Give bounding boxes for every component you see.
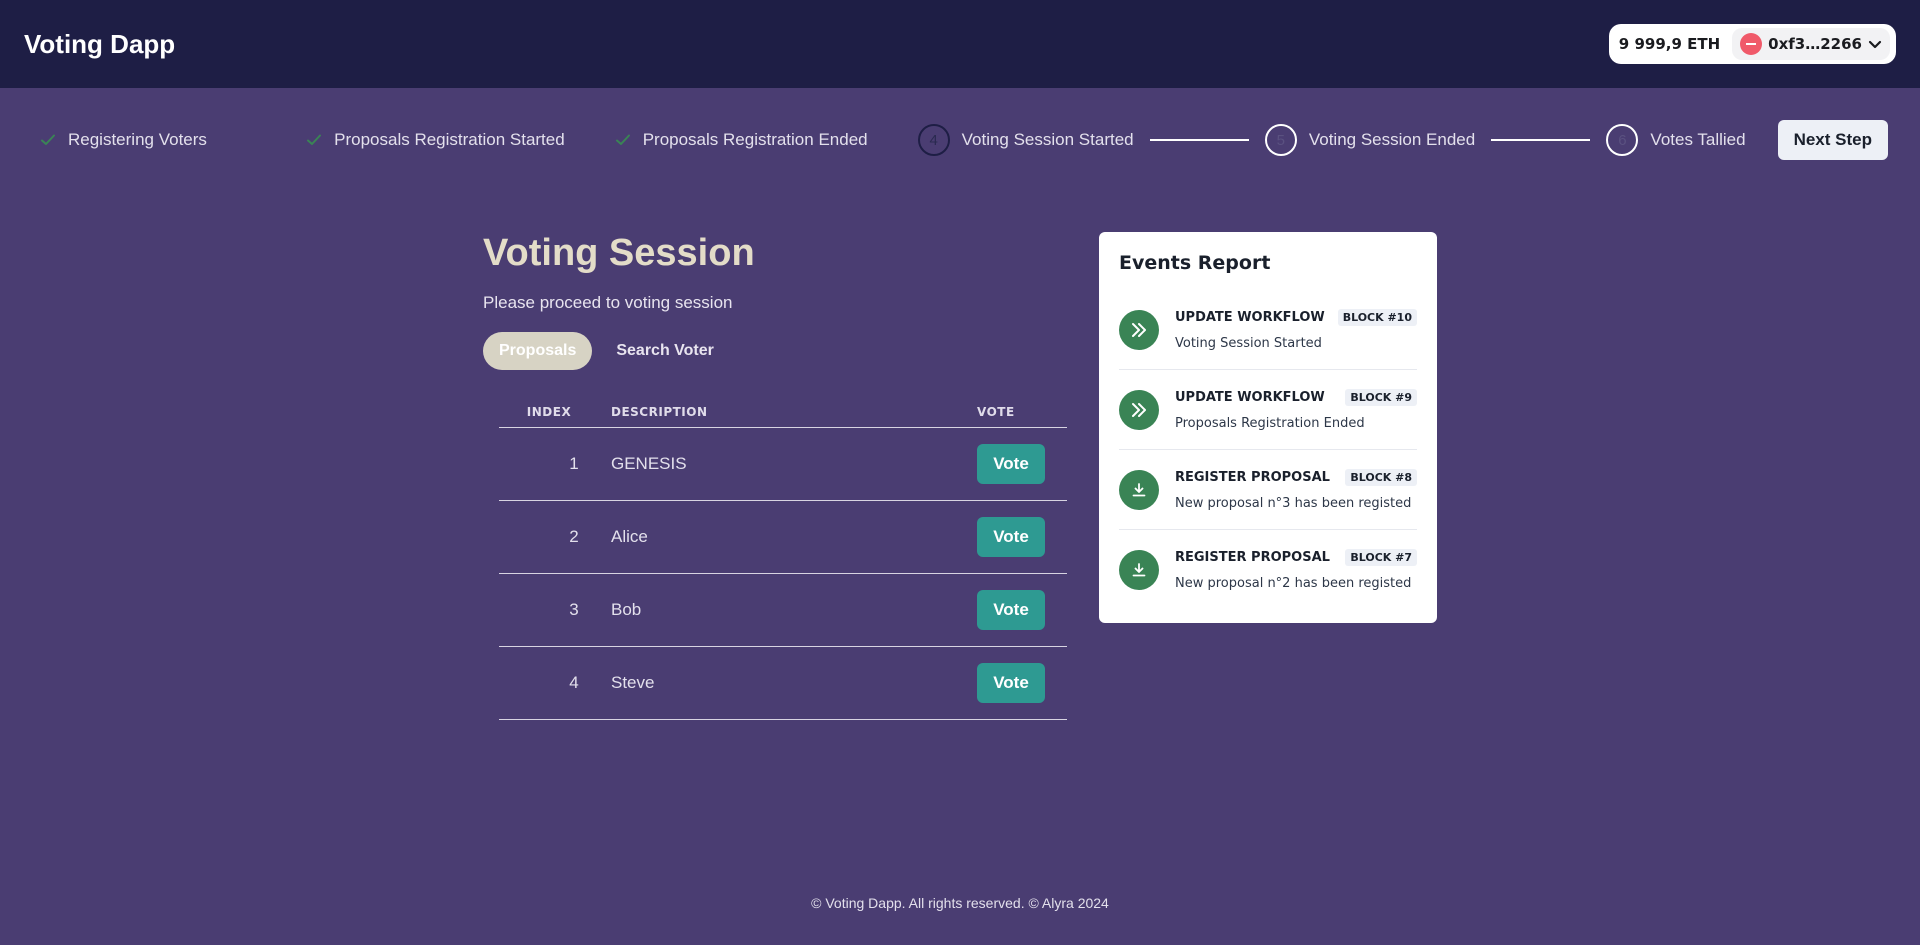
- step-label: Registering Voters: [68, 130, 207, 149]
- step-label: Voting Session Started: [961, 130, 1134, 149]
- tab-list: Proposals Search Voter: [483, 332, 730, 370]
- event-block-badge: BLOCK #10: [1337, 308, 1417, 326]
- chevron-down-icon: [1868, 40, 1882, 49]
- check-icon: [615, 134, 630, 145]
- tab-search-voter[interactable]: Search Voter: [600, 332, 730, 370]
- step-votes-tallied: 6 Votes Tallied: [1606, 124, 1746, 156]
- next-step-button[interactable]: Next Step: [1777, 120, 1888, 160]
- wallet-address: 0xf3…2266: [1768, 35, 1862, 53]
- event-block-badge: BLOCK #7: [1345, 549, 1417, 566]
- step-number: 6: [1606, 124, 1639, 156]
- double-chevron-right-icon: [1119, 309, 1159, 350]
- row-description: Steve: [611, 673, 655, 692]
- step-label: Proposals Registration Ended: [642, 130, 868, 149]
- check-icon: [307, 134, 322, 145]
- page-title: Voting Session: [483, 232, 755, 274]
- step-connector: [1491, 139, 1591, 141]
- header-index: INDEX: [526, 404, 572, 419]
- check-icon: [41, 134, 55, 145]
- download-icon: [1119, 550, 1159, 590]
- row-description: GENESIS: [611, 454, 687, 473]
- table-header: INDEX DESCRIPTION VOTE: [499, 396, 1067, 428]
- event-block-badge: BLOCK #8: [1345, 468, 1417, 486]
- events-title: Events Report: [1119, 252, 1271, 274]
- row-description: Bob: [611, 600, 642, 619]
- step-voting-session-started: 4 Voting Session Started: [917, 124, 1134, 156]
- event-description: New proposal n°3 has been registed: [1175, 495, 1412, 511]
- table-row: 2 Alice Vote: [499, 501, 1067, 574]
- workflow-stepper: Registering Voters Proposals Registratio…: [40, 120, 1888, 160]
- row-index: 1: [569, 454, 579, 473]
- event-description: New proposal n°2 has been registed: [1175, 576, 1412, 591]
- table-row: 3 Bob Vote: [499, 574, 1067, 647]
- step-voting-session-ended: 5 Voting Session Ended: [1264, 124, 1476, 156]
- event-item: UPDATE WORKFLOW BLOCK #9 Proposals Regis…: [1119, 370, 1417, 450]
- events-report-card: Events Report UPDATE WORKFLOW BLOCK #10 …: [1099, 232, 1437, 623]
- page-subtitle: Please proceed to voting session: [483, 293, 733, 312]
- step-label: Votes Tallied: [1650, 130, 1746, 149]
- event-description: Voting Session Started: [1175, 335, 1322, 351]
- event-type: UPDATE WORKFLOW: [1175, 389, 1325, 405]
- wallet-button[interactable]: 9 999,9 ETH 0xf3…2266: [1608, 24, 1896, 64]
- event-item: REGISTER PROPOSAL BLOCK #7 New proposal …: [1119, 530, 1417, 610]
- step-registering-voters: Registering Voters: [40, 130, 207, 150]
- double-chevron-right-icon: [1119, 389, 1159, 430]
- step-number: 5: [1264, 124, 1297, 156]
- account-chip[interactable]: 0xf3…2266: [1732, 28, 1890, 60]
- download-icon: [1119, 469, 1159, 510]
- event-type: REGISTER PROPOSAL: [1175, 550, 1330, 565]
- avatar: [1740, 33, 1763, 55]
- vote-button[interactable]: Vote: [977, 444, 1045, 484]
- footer-copyright: © Voting Dapp. All rights reserved. © Al…: [811, 895, 1109, 911]
- vote-button[interactable]: Vote: [977, 590, 1045, 630]
- step-label: Voting Session Ended: [1308, 130, 1476, 149]
- event-item: REGISTER PROPOSAL BLOCK #8 New proposal …: [1119, 450, 1417, 530]
- event-block-badge: BLOCK #9: [1345, 388, 1417, 406]
- wallet-balance: 9 999,9 ETH: [1618, 35, 1721, 53]
- header-description: DESCRIPTION: [611, 404, 708, 419]
- step-number: 4: [917, 124, 950, 156]
- tab-proposals[interactable]: Proposals: [483, 332, 593, 370]
- row-index: 2: [569, 527, 579, 546]
- event-type: UPDATE WORKFLOW: [1175, 309, 1325, 325]
- vote-button[interactable]: Vote: [977, 517, 1045, 557]
- row-index: 3: [569, 600, 579, 619]
- header-vote: VOTE: [977, 404, 1015, 419]
- step-proposals-registration-started: Proposals Registration Started: [306, 130, 565, 150]
- app-title: Voting Dapp: [24, 28, 176, 59]
- row-index: 4: [569, 673, 579, 692]
- step-proposals-registration-ended: Proposals Registration Ended: [615, 130, 868, 150]
- table-row: 1 GENESIS Vote: [499, 428, 1067, 501]
- top-bar: Voting Dapp 9 999,9 ETH 0xf3…2266: [0, 0, 1920, 88]
- event-description: Proposals Registration Ended: [1175, 415, 1365, 431]
- row-description: Alice: [611, 527, 648, 546]
- vote-button[interactable]: Vote: [977, 663, 1045, 703]
- step-label: Proposals Registration Started: [334, 130, 565, 149]
- event-type: REGISTER PROPOSAL: [1175, 469, 1330, 485]
- step-connector: [1149, 139, 1249, 141]
- table-row: 4 Steve Vote: [499, 647, 1067, 720]
- event-item: UPDATE WORKFLOW BLOCK #10 Voting Session…: [1119, 290, 1417, 370]
- proposals-table: INDEX DESCRIPTION VOTE 1 GENESIS Vote 2 …: [499, 396, 1067, 720]
